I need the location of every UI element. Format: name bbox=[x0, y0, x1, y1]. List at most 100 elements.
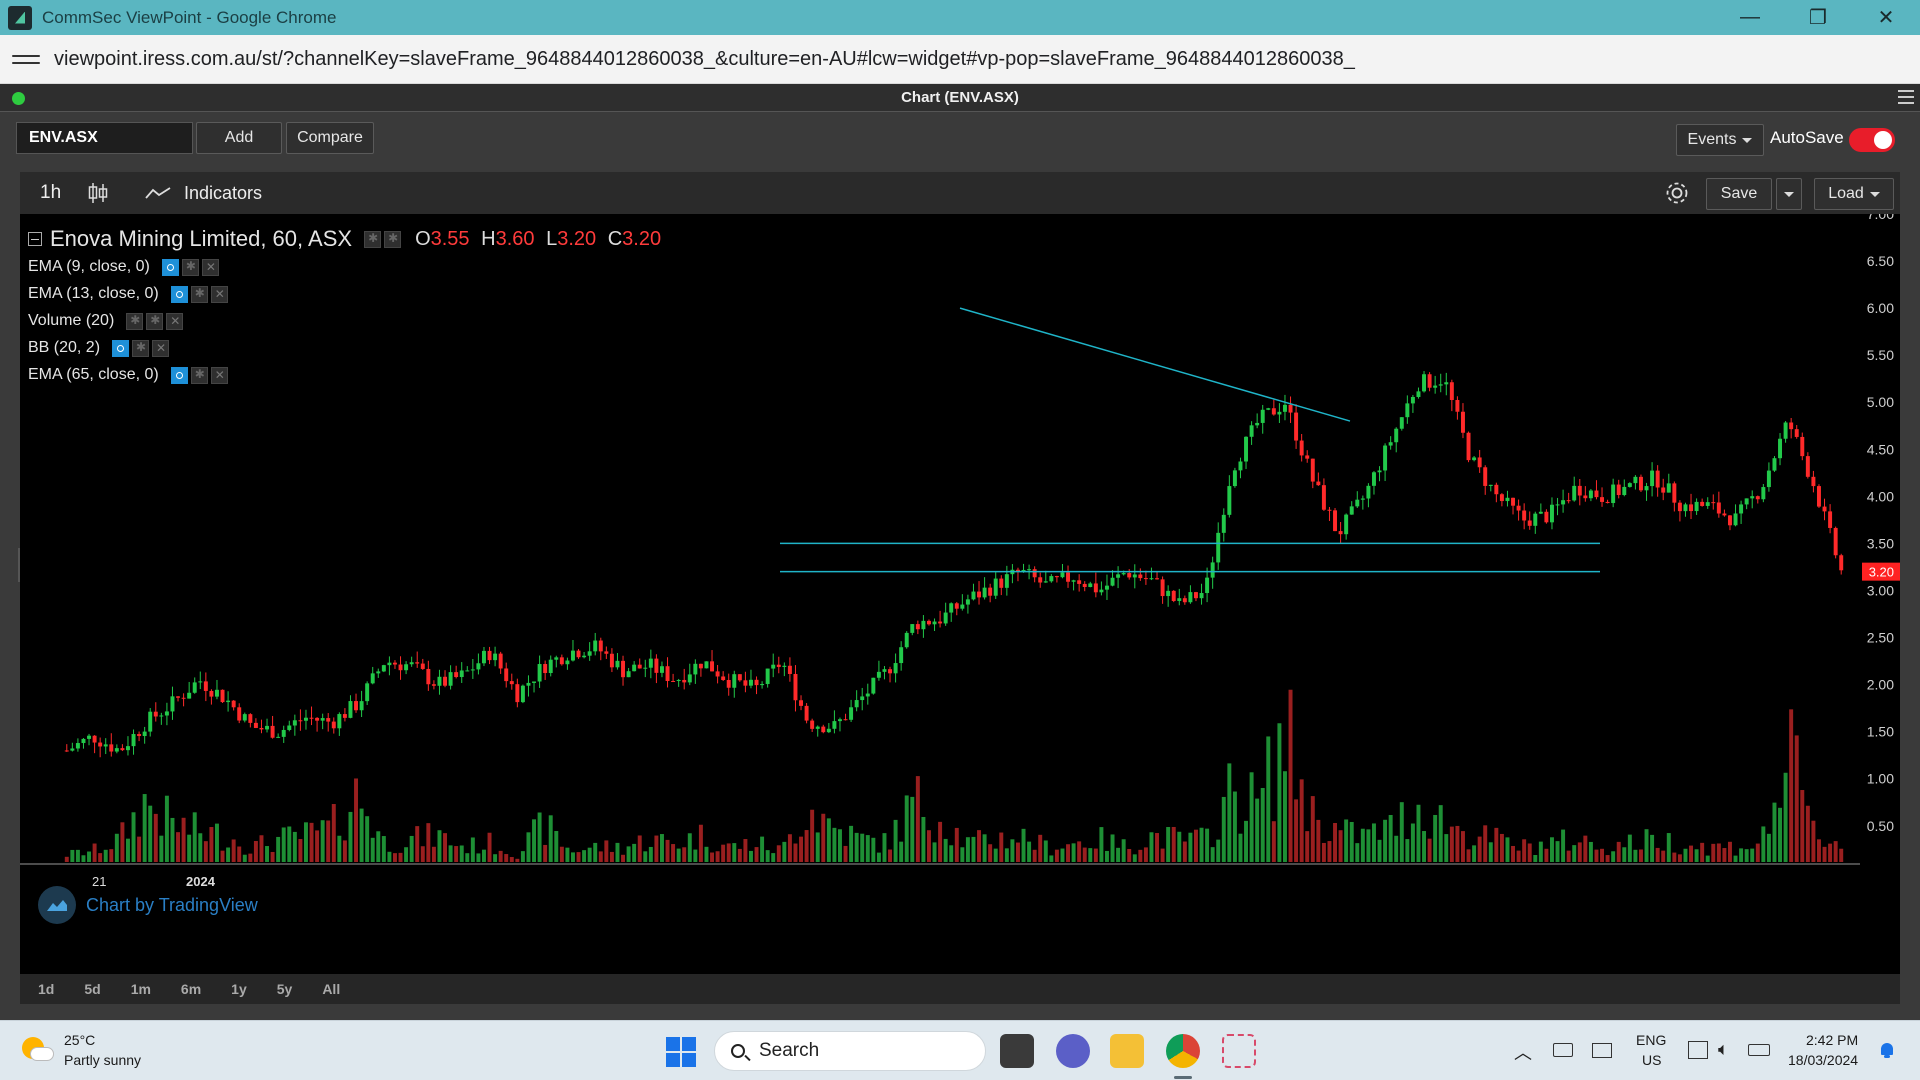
temperature[interactable]: 25°C bbox=[64, 1032, 95, 1048]
volume-bar bbox=[437, 830, 442, 862]
range-1m[interactable]: 1m bbox=[131, 981, 151, 997]
eye-icon[interactable] bbox=[170, 366, 188, 384]
study-ema-13[interactable]: EMA (13, close, 0) bbox=[28, 285, 228, 303]
indicators-button[interactable]: Indicators bbox=[184, 183, 262, 204]
remove-icon[interactable] bbox=[210, 366, 228, 384]
symbol-input[interactable]: ENV.ASX bbox=[16, 122, 193, 154]
minimize-icon[interactable]: — bbox=[1716, 0, 1784, 35]
autosave-toggle[interactable] bbox=[1849, 128, 1895, 152]
volume-bar bbox=[760, 836, 765, 862]
windows-start-icon[interactable] bbox=[666, 1037, 696, 1067]
weather-text[interactable]: Partly sunny bbox=[64, 1052, 141, 1068]
gear-icon[interactable] bbox=[1664, 180, 1690, 206]
candle bbox=[504, 668, 509, 682]
language[interactable]: ENG bbox=[1636, 1032, 1666, 1048]
candle bbox=[810, 720, 815, 729]
task-view-icon[interactable] bbox=[1000, 1034, 1034, 1068]
candle bbox=[932, 621, 937, 625]
eye-icon[interactable] bbox=[112, 339, 130, 357]
study-volume[interactable]: Volume (20) bbox=[28, 312, 184, 330]
notification-bell-icon[interactable] bbox=[1880, 1041, 1894, 1059]
volume-bar bbox=[632, 843, 637, 862]
range-1y[interactable]: 1y bbox=[231, 981, 247, 997]
remove-icon[interactable] bbox=[152, 339, 170, 357]
candle bbox=[498, 653, 503, 669]
events-dropdown[interactable]: Events bbox=[1676, 124, 1764, 156]
hamburger-menu-icon[interactable] bbox=[1898, 90, 1914, 104]
close-icon[interactable]: ✕ bbox=[1852, 0, 1920, 35]
weather-partly-sunny-icon[interactable] bbox=[22, 1037, 54, 1067]
settings-icon[interactable] bbox=[190, 285, 208, 303]
keyboard-icon[interactable] bbox=[1553, 1043, 1573, 1057]
taskbar-search[interactable]: Search bbox=[714, 1031, 986, 1071]
volume-bar bbox=[771, 853, 776, 862]
remove-icon[interactable] bbox=[201, 258, 219, 276]
range-1d[interactable]: 1d bbox=[38, 981, 54, 997]
candle-style-icon[interactable] bbox=[86, 181, 110, 205]
eye-icon[interactable] bbox=[161, 258, 179, 276]
display-icon[interactable] bbox=[1592, 1043, 1612, 1058]
restore-icon[interactable]: ❐ bbox=[1784, 0, 1852, 35]
settings-icon[interactable] bbox=[190, 366, 208, 384]
range-5y[interactable]: 5y bbox=[277, 981, 293, 997]
eye-icon[interactable] bbox=[170, 285, 188, 303]
interval-button[interactable]: 1h bbox=[40, 182, 61, 204]
candle bbox=[1082, 583, 1087, 588]
candle bbox=[871, 677, 876, 694]
candle bbox=[821, 726, 826, 733]
clock-date[interactable]: 18/03/2024 bbox=[1788, 1052, 1858, 1068]
range-6m[interactable]: 6m bbox=[181, 981, 201, 997]
study-ema-9[interactable]: EMA (9, close, 0) bbox=[28, 258, 219, 276]
volume-icon[interactable]: 🔈︎ bbox=[1718, 1039, 1729, 1060]
volume-bar bbox=[209, 827, 214, 862]
load-dropdown[interactable]: Load bbox=[1814, 178, 1894, 210]
range-bar: 1d 5d 1m 6m 1y 5y All bbox=[20, 974, 1900, 1004]
candle bbox=[448, 672, 453, 686]
settings-icon[interactable] bbox=[132, 339, 150, 357]
chart-area[interactable]: 7.00 6.50 6.00 5.50 5.00 4.50 4.00 3.50 3.00 2.50… bbox=[20, 214, 1900, 974]
eye-off-icon[interactable] bbox=[126, 312, 144, 330]
remove-icon[interactable] bbox=[166, 312, 184, 330]
range-all[interactable]: All bbox=[322, 981, 340, 997]
price-chart[interactable]: 7.00 6.50 6.00 5.50 5.00 4.50 4.00 3.50 3.00 2.50… bbox=[20, 214, 1900, 974]
settings-icon[interactable] bbox=[364, 230, 382, 248]
volume-bar bbox=[153, 813, 158, 862]
volume-bar bbox=[253, 841, 258, 862]
volume-bar bbox=[70, 849, 75, 862]
teams-icon[interactable] bbox=[1056, 1034, 1090, 1068]
compare-button[interactable]: Compare bbox=[286, 122, 374, 154]
remove-icon[interactable] bbox=[210, 285, 228, 303]
volume-bar bbox=[404, 847, 409, 862]
volume-bar bbox=[1739, 848, 1744, 862]
url-text[interactable]: viewpoint.iress.com.au/st/?channelKey=sl… bbox=[54, 48, 1355, 71]
study-bb[interactable]: BB (20, 2) bbox=[28, 339, 170, 357]
volume-bar bbox=[1383, 819, 1388, 862]
candle bbox=[1705, 502, 1710, 506]
region[interactable]: US bbox=[1642, 1052, 1661, 1068]
volume-bar bbox=[1588, 841, 1593, 862]
settings-icon[interactable] bbox=[384, 230, 402, 248]
address-bar[interactable]: viewpoint.iress.com.au/st/?channelKey=sl… bbox=[0, 35, 1920, 84]
collapse-legend-icon[interactable] bbox=[28, 232, 42, 246]
chrome-icon[interactable] bbox=[1166, 1034, 1200, 1068]
study-ema-65[interactable]: EMA (65, close, 0) bbox=[28, 366, 228, 384]
chevron-up-icon[interactable]: ︿ bbox=[1514, 1039, 1532, 1065]
tradingview-watermark[interactable]: Chart by TradingView bbox=[38, 886, 258, 924]
range-5d[interactable]: 5d bbox=[84, 981, 100, 997]
save-options-dropdown[interactable] bbox=[1776, 178, 1802, 210]
candle bbox=[1605, 501, 1610, 504]
clock-time[interactable]: 2:42 PM bbox=[1806, 1032, 1858, 1048]
add-button[interactable]: Add bbox=[196, 122, 282, 154]
snipping-tool-icon[interactable] bbox=[1222, 1034, 1256, 1068]
network-icon[interactable] bbox=[1688, 1041, 1708, 1059]
save-button[interactable]: Save bbox=[1706, 178, 1772, 210]
indicators-icon[interactable] bbox=[144, 184, 172, 202]
volume-bar bbox=[821, 813, 826, 862]
candle bbox=[1455, 399, 1460, 412]
site-settings-icon[interactable] bbox=[12, 45, 40, 73]
settings-icon[interactable] bbox=[181, 258, 199, 276]
battery-icon[interactable] bbox=[1748, 1044, 1770, 1056]
settings-icon[interactable] bbox=[146, 312, 164, 330]
file-explorer-icon[interactable] bbox=[1110, 1034, 1144, 1068]
volume-bar bbox=[643, 851, 648, 862]
